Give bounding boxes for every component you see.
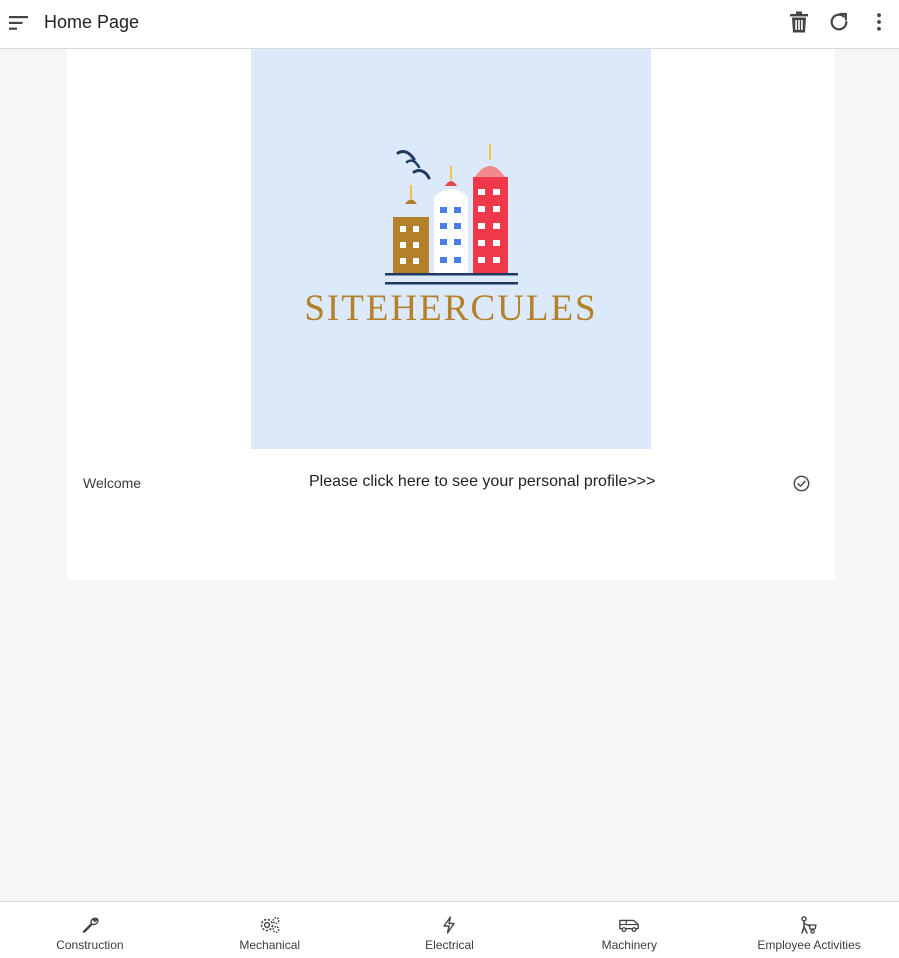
sort-menu-icon[interactable] [6, 10, 32, 36]
worker-icon [798, 915, 820, 935]
personal-profile-link[interactable]: Please click here to see your personal p… [309, 473, 655, 491]
top-app-bar: Home Page [0, 0, 899, 49]
more-vertical-icon[interactable] [859, 6, 899, 38]
nav-item-electrical[interactable]: Electrical [360, 902, 540, 958]
check-circle-icon[interactable] [791, 473, 811, 493]
nav-item-employee-activities[interactable]: Employee Activities [719, 902, 899, 958]
nav-item-machinery[interactable]: Machinery [539, 902, 719, 958]
wrench-icon [79, 915, 101, 935]
brand-name: SITEHERCULES [304, 288, 598, 329]
welcome-label: Welcome [83, 475, 142, 491]
van-icon [618, 915, 640, 935]
buildings-logo-graphic [385, 144, 518, 285]
bottom-navigation: Construction Mechanical Electrical Machi… [0, 901, 899, 958]
lightning-icon [438, 915, 460, 935]
delete-icon[interactable] [779, 6, 819, 38]
nav-label: Machinery [601, 938, 657, 952]
page-title: Home Page [44, 12, 140, 32]
nav-label: Employee Activities [757, 938, 861, 952]
nav-label: Mechanical [239, 938, 301, 952]
nav-item-construction[interactable]: Construction [0, 902, 180, 958]
nav-label: Construction [56, 938, 124, 952]
welcome-row: Welcome Please click here to see your pe… [67, 469, 835, 497]
toolbar-actions [779, 6, 899, 38]
sitehercules-logo: SITEHERCULES [251, 49, 651, 449]
home-card: SITEHERCULES Welcome Please click here t… [67, 49, 835, 580]
nav-label: Electrical [425, 938, 474, 952]
nav-item-mechanical[interactable]: Mechanical [180, 902, 360, 958]
refresh-icon[interactable] [819, 6, 859, 38]
gears-icon [259, 915, 281, 935]
